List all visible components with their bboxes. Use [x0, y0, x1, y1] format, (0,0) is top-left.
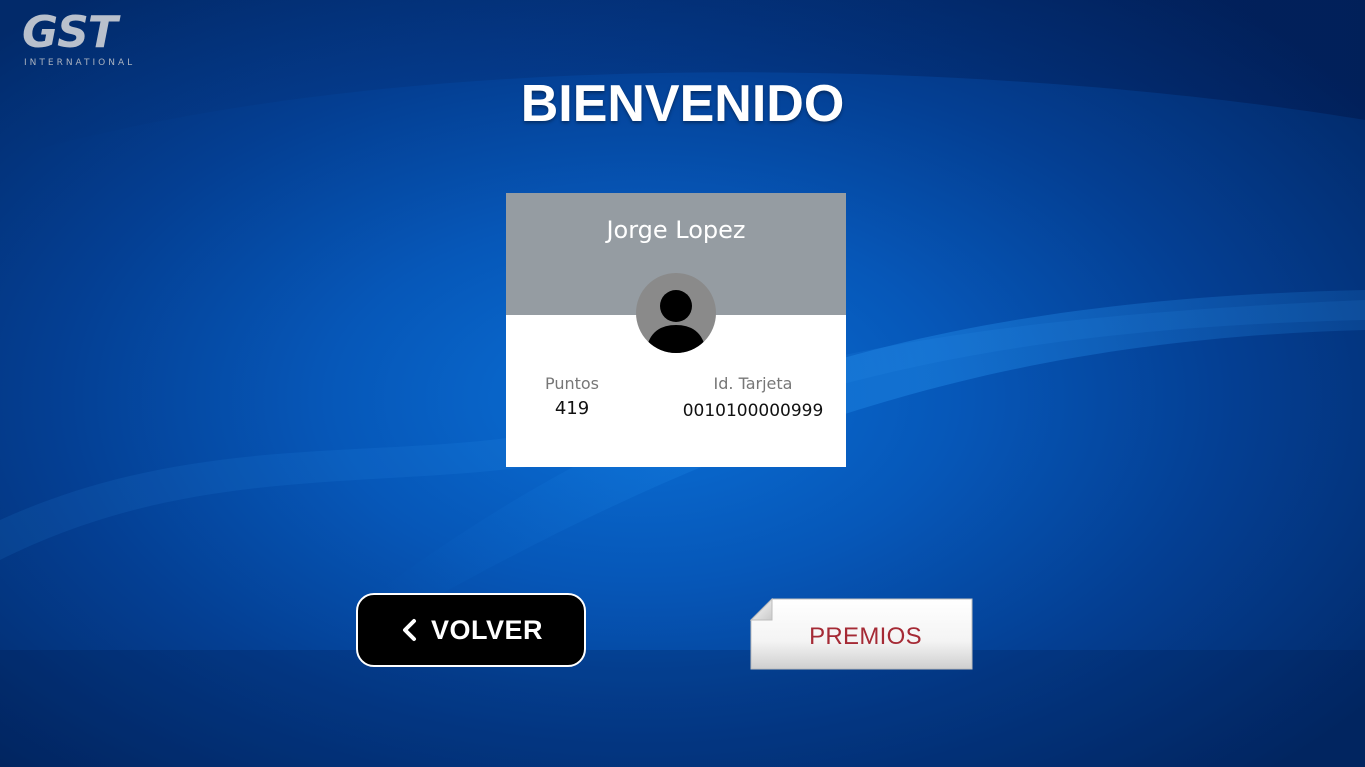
points-value: 419 — [554, 398, 590, 419]
member-name: Jorge Lopez — [606, 216, 746, 244]
user-silhouette-icon — [636, 273, 716, 353]
logo-wordmark: GST — [22, 7, 118, 58]
member-card: Jorge Lopez Puntos 419 Id. Tarjeta 00101… — [506, 193, 846, 467]
logo-subtitle: INTERNATIONAL — [24, 58, 136, 68]
back-button[interactable]: VOLVER — [356, 593, 586, 667]
prizes-button-label: PREMIOS — [809, 623, 922, 650]
prizes-button[interactable]: PREMIOS — [750, 598, 973, 670]
card-id-label: Id. Tarjeta — [713, 374, 793, 393]
chevron-left-icon — [402, 619, 416, 641]
page-title: BIENVENIDO — [520, 75, 845, 133]
back-button-label: VOLVER — [430, 614, 543, 645]
gst-logo: GST INTERNATIONAL — [22, 10, 142, 70]
points-label: Puntos — [544, 374, 600, 393]
card-id-value: 0010100000999 — [682, 401, 824, 421]
